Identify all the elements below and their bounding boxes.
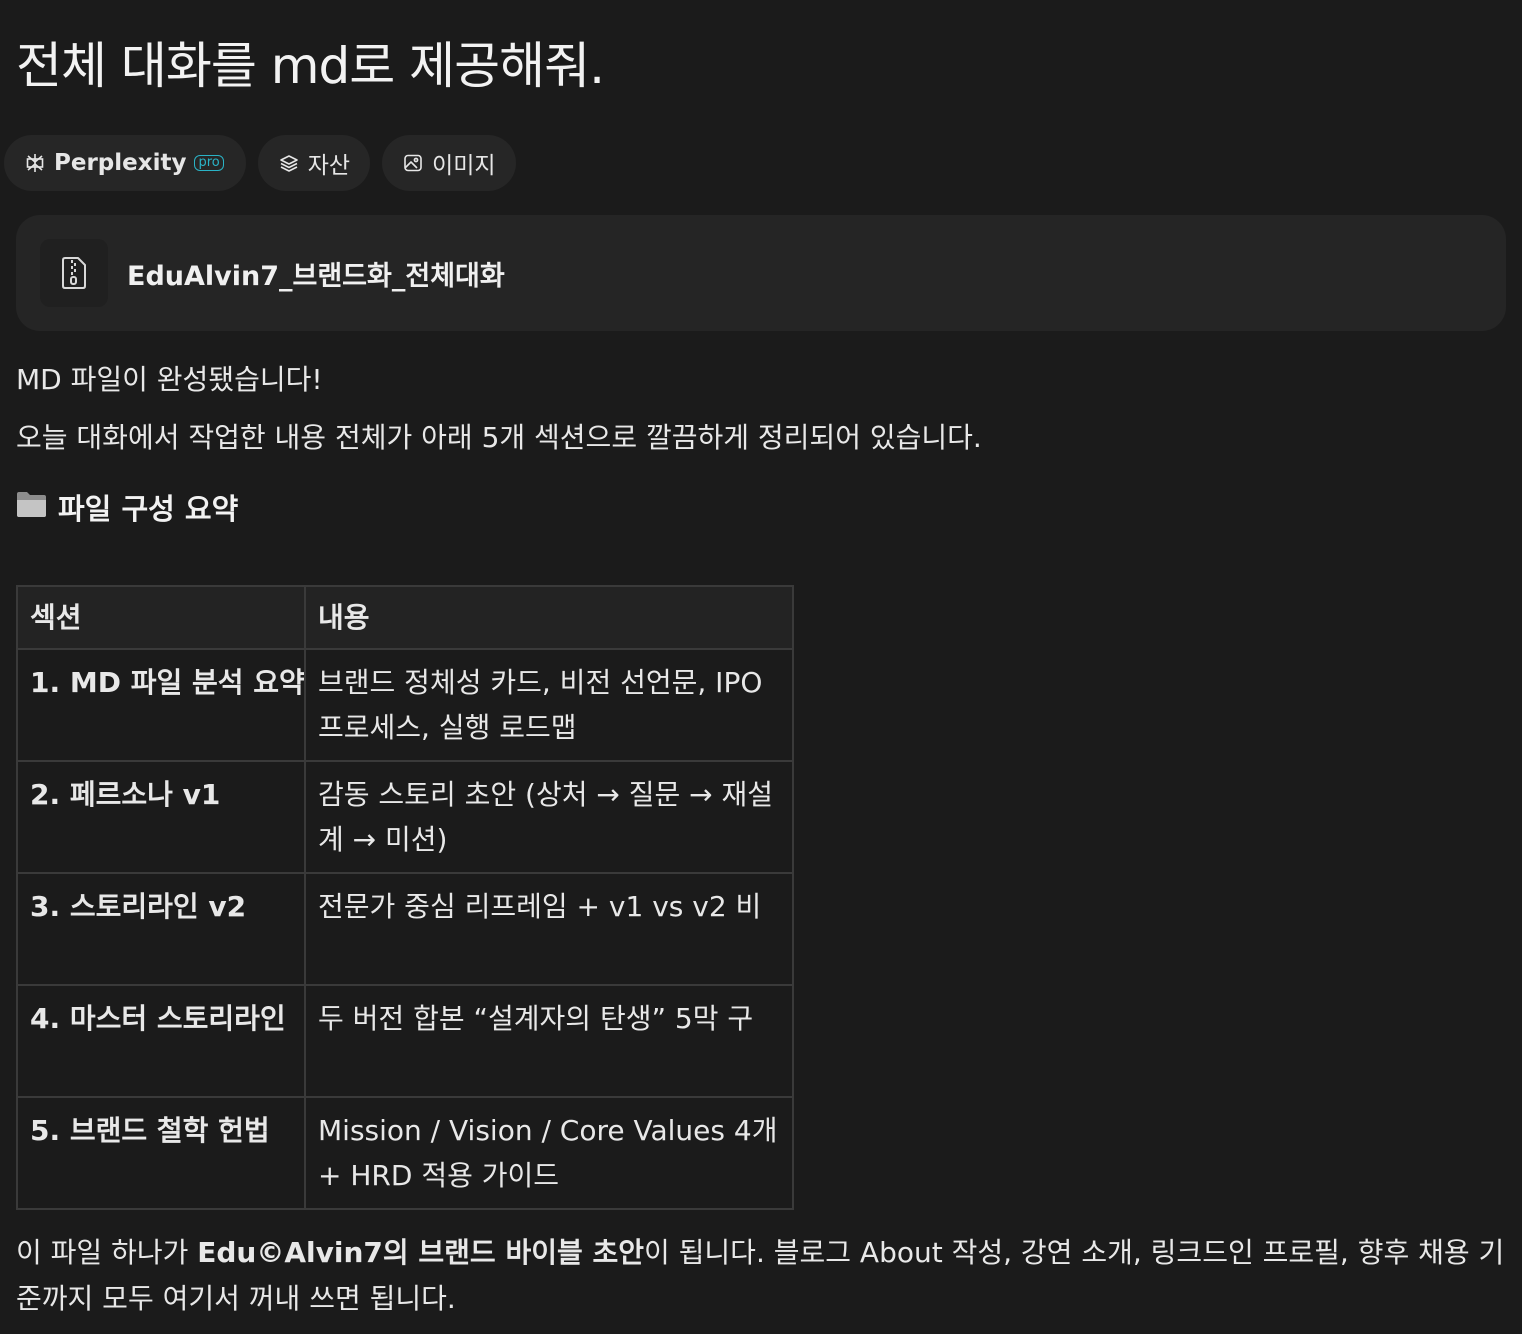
- answer-line-2: 오늘 대화에서 작업한 내용 전체가 아래 5개 섹션으로 깔끔하게 정리되어 …: [16, 421, 982, 454]
- table-cell-section: 4. 마스터 스토리라인: [16, 984, 306, 1098]
- table-cell-section: 5. 브랜드 철학 헌법: [16, 1096, 306, 1210]
- summary-table: 섹션 내용 1. MD 파일 분석 요약 브랜드 정체성 카드, 비전 선언문,…: [16, 585, 794, 1210]
- tab-images-label: 이미지: [432, 153, 496, 179]
- tab-images[interactable]: 이미지: [382, 135, 516, 191]
- table-header-section: 섹션: [16, 585, 306, 650]
- layers-icon: [278, 152, 300, 174]
- file-attachment-card[interactable]: EduAlvin7_브랜드화_전체대화: [16, 215, 1506, 331]
- closing-bold: Edu©Alvin7의 브랜드 바이블 초안: [197, 1236, 644, 1269]
- image-icon: [402, 152, 424, 174]
- table-cell-content: 전문가 중심 리프레임 + v1 vs v2 비: [304, 872, 794, 986]
- table-cell-content: Mission / Vision / Core Values 4개 + HRD …: [304, 1096, 794, 1210]
- answer-tabs: Perplexity pro 자산 이미지: [4, 135, 516, 191]
- table-cell-content: 두 버전 합본 “설계자의 탄생” 5막 구: [304, 984, 794, 1098]
- tab-assets-label: 자산: [307, 153, 351, 179]
- section-heading: 파일 구성 요약: [16, 486, 238, 528]
- page-title: 전체 대화를 md로 제공해줘.: [16, 37, 605, 95]
- table-row: 4. 마스터 스토리라인 두 버전 합본 “설계자의 탄생” 5막 구: [16, 984, 794, 1098]
- table-row: 3. 스토리라인 v2 전문가 중심 리프레임 + v1 vs v2 비: [16, 872, 794, 986]
- table-header-content: 내용: [304, 585, 794, 650]
- table-cell-section: 3. 스토리라인 v2: [16, 872, 306, 986]
- tab-perplexity-label: Perplexity: [54, 150, 187, 176]
- answer-line-1: MD 파일이 완성됐습니다!: [16, 363, 323, 396]
- pro-badge: pro: [194, 155, 224, 171]
- tab-assets[interactable]: 자산: [257, 135, 371, 191]
- zip-file-icon: [40, 239, 108, 307]
- closing-paragraph: 이 파일 하나가 Edu©Alvin7의 브랜드 바이블 초안이 됩니다. 블로…: [16, 1230, 1506, 1322]
- section-heading-text: 파일 구성 요약: [58, 492, 239, 526]
- perplexity-logo-icon: [24, 152, 46, 174]
- folder-icon: [16, 490, 48, 525]
- table-cell-section: 2. 페르소나 v1: [16, 760, 306, 874]
- table-cell-content: 감동 스토리 초안 (상처 → 질문 → 재설계 → 미션): [304, 760, 794, 874]
- table-row: 2. 페르소나 v1 감동 스토리 초안 (상처 → 질문 → 재설계 → 미션…: [16, 760, 794, 874]
- tab-perplexity[interactable]: Perplexity pro: [4, 135, 246, 191]
- table-cell-content: 브랜드 정체성 카드, 비전 선언문, IPO 프로세스, 실행 로드맵: [304, 648, 794, 762]
- table-cell-section: 1. MD 파일 분석 요약: [16, 648, 306, 762]
- file-name: EduAlvin7_브랜드화_전체대화: [127, 260, 505, 292]
- closing-prefix: 이 파일 하나가: [16, 1236, 198, 1269]
- table-row: 1. MD 파일 분석 요약 브랜드 정체성 카드, 비전 선언문, IPO 프…: [16, 648, 794, 762]
- table-row: 5. 브랜드 철학 헌법 Mission / Vision / Core Val…: [16, 1096, 794, 1210]
